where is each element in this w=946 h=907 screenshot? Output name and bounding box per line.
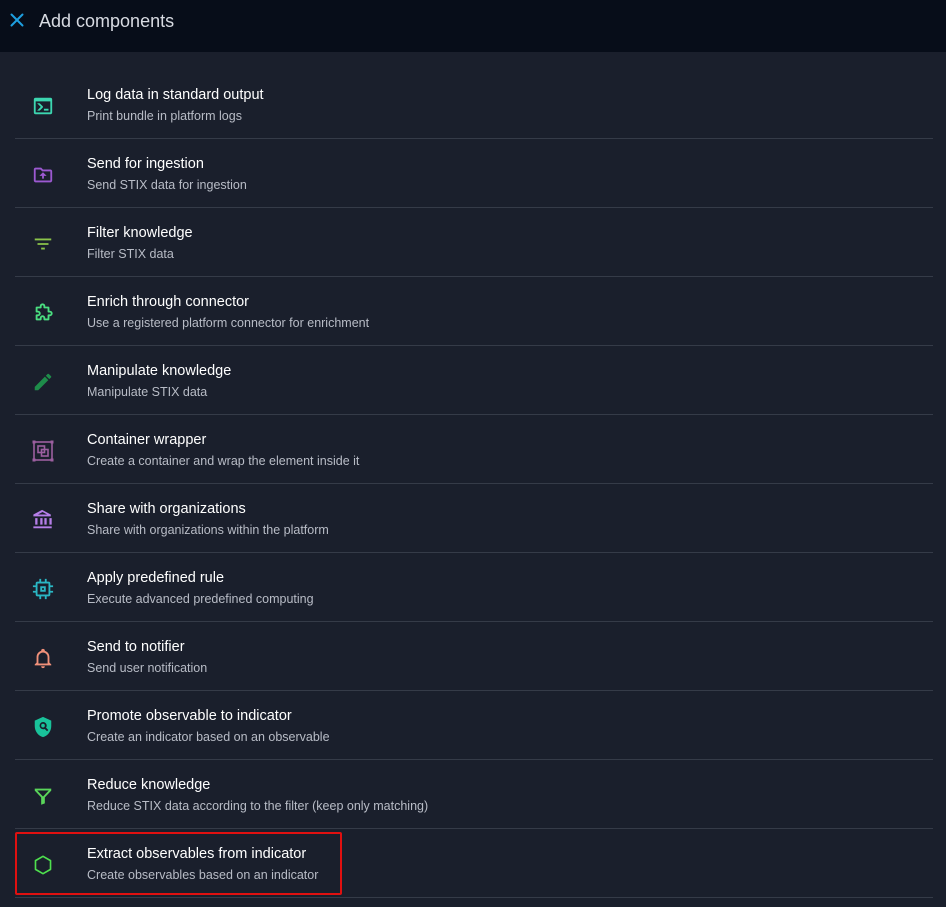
component-item-send-ingestion[interactable]: Send for ingestion Send STIX data for in… [15,139,933,208]
drawer-title: Add components [39,11,175,31]
component-item-filter-knowledge[interactable]: Filter knowledge Filter STIX data [15,208,933,277]
close-button[interactable] [8,11,26,29]
component-subtitle: Manipulate STIX data [87,385,208,399]
pencil-icon [31,370,55,394]
component-item-enrich-connector[interactable]: Enrich through connector Use a registere… [15,277,933,346]
component-title: Enrich through connector [87,294,250,310]
component-subtitle: Create an indicator based on an observab… [87,730,330,744]
component-title: Send to notifier [87,639,185,655]
puzzle-icon [31,301,55,325]
funnel-icon [31,784,55,808]
component-title: Filter knowledge [87,225,193,241]
component-item-reduce-knowledge[interactable]: Reduce knowledge Reduce STIX data accord… [15,760,933,829]
folder-upload-icon [31,163,55,187]
component-title: Apply predefined rule [87,570,225,586]
hexagon-outline-icon [31,853,55,877]
component-item-promote-observable[interactable]: Promote observable to indicator Create a… [15,691,933,760]
component-subtitle: Create a container and wrap the element … [87,454,360,468]
component-item-send-notifier[interactable]: Send to notifier Send user notification [15,622,933,691]
component-subtitle: Create observables based on an indicator [87,868,319,882]
shield-search-icon [31,715,55,739]
bell-icon [31,646,55,670]
component-subtitle: Reduce STIX data according to the filter… [87,799,429,813]
console-icon [31,94,55,118]
component-title: Reduce knowledge [87,777,211,793]
component-item-log-data[interactable]: Log data in standard output Print bundle… [15,70,933,139]
component-item-container-wrapper[interactable]: Container wrapper Create a container and… [15,415,933,484]
component-title: Promote observable to indicator [87,708,292,724]
component-title: Extract observables from indicator [87,846,307,862]
component-subtitle: Send STIX data for ingestion [87,178,247,192]
select-group-icon [31,439,55,463]
component-subtitle: Use a registered platform connector for … [87,316,370,330]
component-subtitle: Print bundle in platform logs [87,109,242,123]
filter-list-icon [31,232,55,256]
component-subtitle: Filter STIX data [87,247,174,261]
component-title: Share with organizations [87,501,246,517]
component-item-manipulate-knowledge[interactable]: Manipulate knowledge Manipulate STIX dat… [15,346,933,415]
component-item-share-organizations[interactable]: Share with organizations Share with orga… [15,484,933,553]
component-item-apply-rule[interactable]: Apply predefined rule Execute advanced p… [15,553,933,622]
component-item-extract-observables[interactable]: Extract observables from indicator Creat… [15,829,933,898]
component-subtitle: Execute advanced predefined computing [87,592,314,606]
close-icon [10,13,24,27]
component-title: Send for ingestion [87,156,204,172]
component-title: Log data in standard output [87,87,264,103]
bank-icon [31,508,55,532]
component-title: Container wrapper [87,432,207,448]
component-subtitle: Send user notification [87,661,208,675]
components-list: Log data in standard output Print bundle… [15,70,933,898]
chip-icon [31,577,55,601]
component-title: Manipulate knowledge [87,363,232,379]
component-subtitle: Share with organizations within the plat… [87,523,329,537]
drawer-header: Add components [0,0,946,52]
